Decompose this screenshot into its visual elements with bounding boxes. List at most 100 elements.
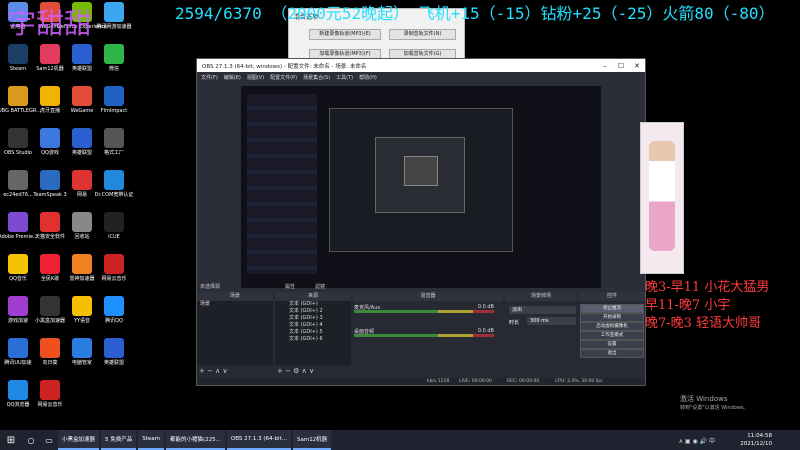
desktop-icon[interactable]: 英雄联盟 [66, 128, 98, 168]
desktop-icon-label: 游戏加速 [7, 318, 28, 324]
taskbar-app[interactable]: 5 免费产品 [101, 430, 137, 450]
desktop-icon[interactable]: QQ浏览器 [2, 380, 34, 420]
close-icon[interactable]: ✕ [629, 62, 645, 70]
desktop-icon[interactable]: 网易 [66, 170, 98, 210]
source-item[interactable]: 文本 (GDI+) 3 [275, 315, 351, 322]
desktop-icon[interactable]: 英雄联盟 [66, 44, 98, 84]
app-icon [72, 296, 92, 316]
task-view-icon[interactable]: ▭ [40, 436, 58, 445]
properties-button[interactable]: 属性 [285, 283, 295, 290]
dialog-button[interactable]: 录制音轨文件(N) [389, 29, 456, 40]
scene-item[interactable]: 场景 [197, 301, 273, 308]
desktop-icon-label: 回收站 [74, 234, 90, 240]
desktop-icon[interactable]: iCUE [98, 212, 130, 252]
menu-item[interactable]: 工具(T) [336, 74, 353, 81]
desktop-icon[interactable]: 电脑管家 [66, 338, 98, 378]
app-icon [40, 170, 60, 190]
volume-meter[interactable] [354, 334, 494, 337]
desktop-icon-label: Dr.COM宽带认证 [94, 192, 134, 198]
desktop-icon[interactable]: FlmImpact [98, 86, 130, 126]
desktop-icon[interactable]: 游戏加速 [2, 296, 34, 336]
app-icon [8, 128, 28, 148]
menu-item[interactable]: 场景集合(S) [303, 74, 330, 81]
desktop-icon-label: 网易云音乐 [37, 402, 63, 408]
taskbar-app[interactable]: Steam [138, 430, 165, 450]
desktop-icon-label: 英雄联盟 [71, 150, 92, 156]
desktop-icon-label: 全民K歌 [40, 276, 60, 282]
start-icon[interactable]: ⊞ [0, 435, 22, 446]
taskbar-app[interactable]: 都能的小猪猫(225... [166, 430, 225, 450]
desktop-icon[interactable]: OBS Studio [2, 128, 34, 168]
app-icon [40, 296, 60, 316]
obs-preview[interactable] [241, 86, 601, 288]
menu-item[interactable]: 编辑(E) [224, 74, 241, 81]
source-item[interactable]: 文本 (GDI+) 6 [275, 336, 351, 343]
mixer-row: 桌面音频 0.0 dB [354, 328, 504, 338]
transition-select[interactable]: 淡出 [509, 306, 576, 314]
desktop-icon[interactable]: ec24ed76... [2, 170, 34, 210]
desktop-icon[interactable]: 网易云音乐 [98, 254, 130, 294]
settings-button[interactable]: 设置 [580, 340, 644, 349]
menu-item[interactable]: 文件(F) [201, 74, 218, 81]
desktop-icon-label: ec24ed76... [3, 192, 33, 198]
virtual-camera-button[interactable]: 启动虚拟摄像机 [580, 322, 644, 331]
desktop-icon[interactable]: Steam [2, 44, 34, 84]
desktop-icon[interactable]: 回收站 [66, 212, 98, 252]
obs-titlebar: OBS 27.1.3 (64-bit, windows) - 配置文件: 未命名… [197, 59, 645, 72]
menu-item[interactable]: 帮助(H) [359, 74, 377, 81]
desktop-icon-label: OBS Studio [4, 150, 32, 156]
source-item[interactable]: 文本 (GDI+) 2 [275, 308, 351, 315]
stream-brand-overlay: 宇甜甜 [8, 7, 93, 40]
exit-button[interactable]: 退出 [580, 349, 644, 358]
desktop-icon[interactable]: 雷神加速器 [66, 254, 98, 294]
desktop-icon[interactable]: PUBG BATTLEGR... [0, 86, 41, 126]
source-toolbar-icons[interactable]: + − ⚙ ∧ ∨ [277, 367, 314, 375]
schedule-line: 晚7-晚3 轻语大帅哥 [645, 316, 762, 331]
desktop-icon[interactable]: 向日葵 [34, 338, 66, 378]
minimize-icon[interactable]: – [597, 62, 613, 70]
start-recording-button[interactable]: 开始录制 [580, 313, 644, 322]
desktop-icon[interactable]: QQ音乐 [2, 254, 34, 294]
dock-toolbar-icons[interactable]: + − ∧ ∨ [199, 367, 228, 375]
desktop-icon[interactable]: Sam12机器 [34, 44, 66, 84]
desktop-icon[interactable]: Dr.COM宽带认证 [95, 170, 133, 210]
scenes-list: 场景 [197, 301, 273, 365]
menu-item[interactable]: 配置文件(P) [270, 74, 297, 81]
desktop-icon[interactable]: 小黑盒加速器 [34, 296, 66, 336]
volume-meter[interactable] [354, 310, 494, 313]
source-item[interactable]: 文本 (GDI+) [275, 301, 351, 308]
desktop-icon[interactable]: QQ游戏 [34, 128, 66, 168]
maximize-icon[interactable]: ☐ [613, 62, 629, 70]
stop-streaming-button[interactable]: 停止推流 [580, 304, 644, 313]
desktop-icon[interactable]: 格式工厂 [98, 128, 130, 168]
dialog-button[interactable]: 新建录像轨道(MP3)(E) [309, 29, 381, 40]
desktop-icon[interactable]: Adobe Premie... [0, 212, 38, 252]
desktop-icon-label: WeGame [70, 108, 94, 114]
source-item[interactable]: 文本 (GDI+) 4 [275, 322, 351, 329]
desktop-icon[interactable]: TeamSpeak 3 [33, 170, 67, 210]
desktop-icon-label: 虎牙直播 [39, 108, 60, 114]
clock[interactable]: 11:04:58 2021/12/10 [740, 432, 772, 448]
taskbar-app[interactable]: 小黑盒加速器 [58, 430, 100, 450]
taskbar-app[interactable]: Sam12机器 [292, 430, 332, 450]
desktop-icon-label: QQ游戏 [41, 150, 59, 156]
search-icon[interactable]: ○ [22, 436, 40, 445]
desktop-icon[interactable]: YY语音 [66, 296, 98, 336]
desktop-icon[interactable]: 虎牙直播 [34, 86, 66, 126]
menu-item[interactable]: 视图(V) [247, 74, 264, 81]
system-tray-icons[interactable]: ∧ ▣ ◉ 🔊 中 [679, 436, 715, 445]
filters-button[interactable]: 滤镜 [315, 283, 325, 290]
studio-mode-button[interactable]: 工作室模式 [580, 331, 644, 340]
desktop-icon[interactable]: 腾讯网游加速器 [97, 2, 132, 42]
desktop-icon[interactable]: 网易云音乐 [34, 380, 66, 420]
desktop-icon[interactable]: 英雄联盟 [98, 338, 130, 378]
desktop-icon[interactable]: 腾讯UU加速 [2, 338, 34, 378]
desktop-icon[interactable]: 全民K歌 [34, 254, 66, 294]
taskbar-app[interactable]: OBS 27.1.3 (64-bit... [226, 430, 291, 450]
desktop-icon[interactable]: 腾讯QQ [98, 296, 130, 336]
source-item[interactable]: 文本 (GDI+) 5 [275, 329, 351, 336]
desktop-icon[interactable]: 天猫安全软件 [34, 212, 66, 252]
duration-input[interactable]: 300 ms [527, 317, 576, 325]
desktop-icon[interactable]: 微信 [98, 44, 130, 84]
desktop-icon[interactable]: WeGame [66, 86, 98, 126]
